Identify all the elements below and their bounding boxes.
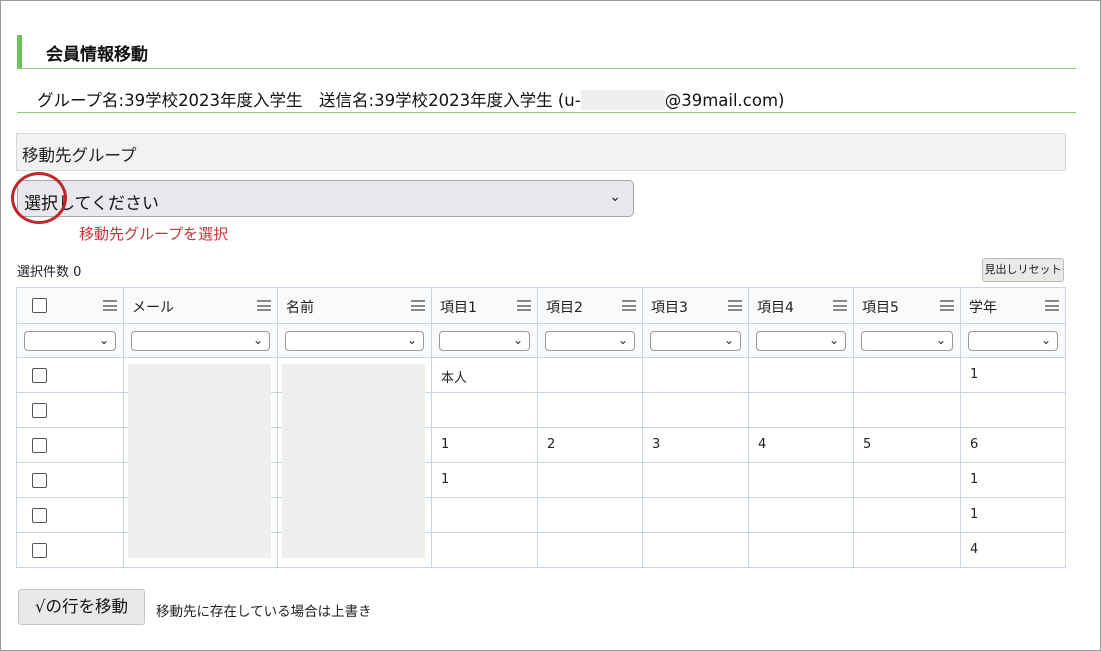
row-checkbox[interactable] bbox=[32, 473, 47, 488]
redacted-email-column bbox=[128, 364, 271, 558]
filter-select[interactable]: ⌄ bbox=[650, 331, 741, 351]
chevron-down-icon: ⌄ bbox=[98, 333, 109, 347]
destination-group-label: 移動先グループ bbox=[22, 146, 137, 165]
filter-select[interactable]: ⌄ bbox=[861, 331, 953, 351]
column-menu-icon[interactable] bbox=[1045, 300, 1059, 311]
group-info-prefix: グループ名:39学校2023年度入学生 送信名:39学校2023年度入学生 (u… bbox=[37, 91, 581, 110]
column-menu-icon[interactable] bbox=[622, 300, 636, 311]
chevron-down-icon: ⌄ bbox=[935, 333, 946, 347]
chevron-down-icon: ⌄ bbox=[1040, 333, 1051, 347]
chevron-down-icon: ⌄ bbox=[512, 333, 523, 347]
row-checkbox[interactable] bbox=[32, 403, 47, 418]
column-menu-icon[interactable] bbox=[728, 300, 742, 311]
column-menu-icon[interactable] bbox=[833, 300, 847, 311]
filter-select[interactable]: ⌄ bbox=[131, 331, 270, 351]
highlight-circle bbox=[11, 172, 67, 224]
chevron-down-icon: ⌄ bbox=[609, 189, 621, 205]
filter-select[interactable]: ⌄ bbox=[285, 331, 424, 351]
group-info-suffix: @39mail.com) bbox=[664, 91, 785, 110]
filter-select[interactable]: ⌄ bbox=[756, 331, 846, 351]
header-name[interactable]: 名前 bbox=[277, 287, 432, 324]
header-item4[interactable]: 項目4 bbox=[748, 287, 854, 324]
chevron-down-icon: ⌄ bbox=[828, 333, 839, 347]
filter-row: ⌄ ⌄ ⌄ ⌄ ⌄ ⌄ ⌄ ⌄ ⌄ bbox=[16, 323, 1066, 358]
column-menu-icon[interactable] bbox=[517, 300, 531, 311]
destination-group-select[interactable]: 選択してください ⌄ bbox=[17, 180, 634, 217]
move-checked-rows-button[interactable]: √の行を移動 bbox=[18, 589, 145, 625]
row-checkbox[interactable] bbox=[32, 543, 47, 558]
filter-select[interactable]: ⌄ bbox=[968, 331, 1058, 351]
reset-headers-button[interactable]: 見出しリセット bbox=[982, 258, 1064, 282]
redacted-name-column bbox=[282, 364, 425, 558]
destination-group-header: 移動先グループ bbox=[16, 133, 1066, 171]
group-info-text: グループ名:39学校2023年度入学生 送信名:39学校2023年度入学生 (u… bbox=[37, 87, 784, 111]
column-menu-icon[interactable] bbox=[103, 300, 117, 311]
redacted-block bbox=[580, 90, 665, 110]
chevron-down-icon: ⌄ bbox=[406, 333, 417, 347]
section-title-bar: 会員情報移動 bbox=[17, 35, 1076, 69]
header-email[interactable]: メール bbox=[123, 287, 278, 324]
page-title: 会員情報移動 bbox=[46, 45, 148, 65]
chevron-down-icon: ⌄ bbox=[617, 333, 628, 347]
filter-select[interactable]: ⌄ bbox=[439, 331, 530, 351]
selection-count: 選択件数 0 bbox=[17, 265, 82, 280]
select-all-checkbox[interactable] bbox=[32, 298, 47, 313]
destination-hint: 移動先グループを選択 bbox=[79, 225, 229, 243]
header-grade[interactable]: 学年 bbox=[960, 287, 1066, 324]
column-menu-icon[interactable] bbox=[411, 300, 425, 311]
column-menu-icon[interactable] bbox=[257, 300, 271, 311]
filter-select[interactable]: ⌄ bbox=[545, 331, 635, 351]
row-checkbox[interactable] bbox=[32, 368, 47, 383]
chevron-down-icon: ⌄ bbox=[252, 333, 263, 347]
row-checkbox[interactable] bbox=[32, 438, 47, 453]
group-info-bar: グループ名:39学校2023年度入学生 送信名:39学校2023年度入学生 (u… bbox=[17, 79, 1076, 113]
overwrite-note: 移動先に存在している場合は上書き bbox=[156, 604, 372, 620]
header-item5[interactable]: 項目5 bbox=[853, 287, 961, 324]
table-header-row: メール 名前 項目1 項目2 項目3 項目4 項目5 学年 bbox=[16, 287, 1066, 324]
chevron-down-icon: ⌄ bbox=[723, 333, 734, 347]
row-checkbox[interactable] bbox=[32, 508, 47, 523]
filter-select[interactable]: ⌄ bbox=[24, 331, 116, 351]
header-select-all[interactable] bbox=[16, 287, 124, 324]
header-item3[interactable]: 項目3 bbox=[642, 287, 749, 324]
header-item1[interactable]: 項目1 bbox=[431, 287, 538, 324]
header-item2[interactable]: 項目2 bbox=[537, 287, 643, 324]
column-menu-icon[interactable] bbox=[940, 300, 954, 311]
